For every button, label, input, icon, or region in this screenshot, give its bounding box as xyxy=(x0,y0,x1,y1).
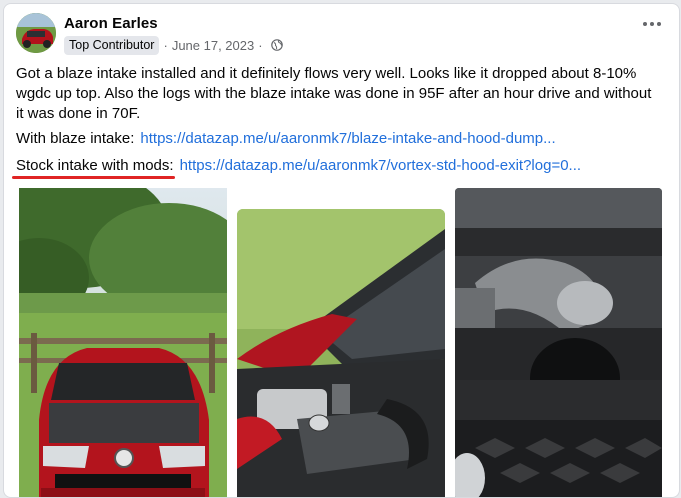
link-label-stock: Stock intake with mods: xyxy=(16,157,174,174)
link-line-blaze: With blaze intake: https://datazap.me/u/a… xyxy=(16,130,556,147)
meta-separator: · xyxy=(163,37,168,53)
link-stock-intake[interactable]: https://datazap.me/u/aaronmk7/vortex-std… xyxy=(180,157,581,174)
link-label-blaze: With blaze intake: xyxy=(16,130,135,147)
link-line-stock: Stock intake with mods: https://datazap.m… xyxy=(16,157,581,174)
post-text: Got a blaze intake installed and it defi… xyxy=(16,65,652,122)
red-gti-front-photo[interactable] xyxy=(19,188,227,497)
post-card: Aaron Earles Top Contributor · June 17, … xyxy=(3,3,680,498)
globe-icon xyxy=(270,39,283,51)
meta-separator-2: · xyxy=(258,37,263,53)
author-name[interactable]: Aaron Earles xyxy=(64,15,158,32)
engine-bay-tsi-photo[interactable] xyxy=(237,209,445,497)
avatar[interactable] xyxy=(16,13,56,53)
post-meta: Top Contributor · June 17, 2023 · xyxy=(64,35,283,55)
post-date[interactable]: June 17, 2023 xyxy=(172,38,254,53)
top-contributor-badge[interactable]: Top Contributor xyxy=(64,35,160,55)
link-blaze-intake[interactable]: https://datazap.me/u/aaronmk7/blaze-inta… xyxy=(140,130,555,147)
red-annotation-underline xyxy=(12,176,175,179)
intake-closeup-photo[interactable] xyxy=(455,188,662,497)
more-options-icon[interactable] xyxy=(643,22,661,26)
